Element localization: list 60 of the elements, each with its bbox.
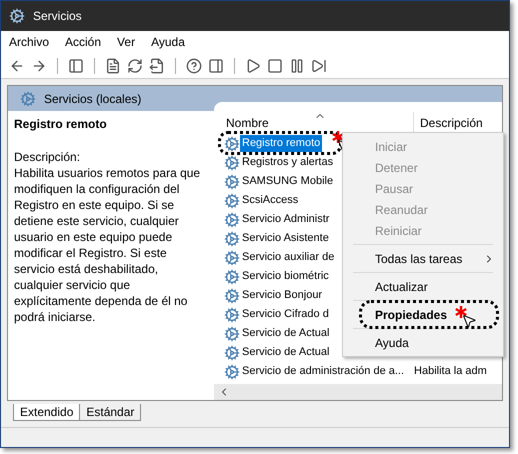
gear-icon xyxy=(224,326,240,342)
gear-icon xyxy=(224,154,240,170)
gear-icon xyxy=(224,230,240,246)
asterisk-icon xyxy=(455,306,467,318)
menu-option[interactable]: Propiedades xyxy=(375,306,448,324)
gear-icon xyxy=(224,364,240,380)
document-icon[interactable] xyxy=(105,58,121,74)
gear-icon xyxy=(9,8,25,24)
panel-icon[interactable] xyxy=(208,58,224,74)
view-tab[interactable]: Estándar xyxy=(79,404,142,421)
service-name[interactable]: SAMSUNG Mobile xyxy=(240,173,336,190)
service-name[interactable]: Servicio auxiliar de xyxy=(240,249,336,266)
service-name[interactable]: Servicio Asistente xyxy=(240,230,331,247)
service-name[interactable]: ScsiAccess xyxy=(240,192,300,209)
service-name[interactable]: Registro remoto xyxy=(240,135,322,152)
gear-icon xyxy=(224,250,240,266)
pause-icon[interactable] xyxy=(289,58,305,74)
gear-icon xyxy=(224,344,240,360)
gear-icon xyxy=(224,288,240,304)
service-name[interactable]: Servicio Cifrado d xyxy=(240,306,331,323)
service-title: Registro remoto xyxy=(14,116,108,133)
gear-icon xyxy=(224,174,240,190)
window-title: Servicios xyxy=(33,8,82,25)
export-icon[interactable] xyxy=(149,58,165,74)
gear-icon xyxy=(224,136,240,152)
service-name[interactable]: Servicio Bonjour xyxy=(240,287,324,304)
service-name[interactable]: Servicio de administración de a... xyxy=(240,363,406,380)
back-icon[interactable] xyxy=(9,58,25,74)
header-title: Servicios (locales) xyxy=(44,91,142,108)
asterisk-icon xyxy=(332,131,344,143)
help-icon[interactable] xyxy=(186,58,202,74)
view-tab[interactable]: Extendido xyxy=(13,404,80,421)
refresh-icon[interactable] xyxy=(127,58,143,74)
panel-icon[interactable] xyxy=(68,58,84,74)
menu-item[interactable]: Ver xyxy=(117,33,136,51)
service-name[interactable]: Registros y alertas xyxy=(240,154,336,171)
play-icon[interactable] xyxy=(245,58,261,74)
gear-icon xyxy=(224,192,240,208)
description-label: Descripción: xyxy=(14,149,82,165)
service-name[interactable]: Servicio de Actual xyxy=(240,344,332,361)
gear-icon xyxy=(224,306,240,322)
gear-icon xyxy=(20,91,36,107)
service-name[interactable]: Servicio de Actual xyxy=(240,325,332,342)
cursor-icon xyxy=(461,313,477,329)
service-name[interactable]: Servicio biométric xyxy=(240,268,331,285)
menu-item[interactable]: Acción xyxy=(65,33,102,51)
service-name[interactable]: Servicio Administr xyxy=(240,211,332,228)
menu-item[interactable]: Ayuda xyxy=(151,33,185,51)
gear-icon xyxy=(224,212,240,228)
stop-icon[interactable] xyxy=(267,58,283,74)
menu-option[interactable]: Ayuda xyxy=(375,334,409,352)
description-text: Habilita usuarios remotos para que modifiquen la configuración del Registro en este equipo. Si se detiene este servicio, cualquier usuario en este equipo puede modificar el Registro. Si este servicio está deshabilitado, cualquier servicio que explícitamente dependa de él no podrá iniciarse. xyxy=(14,165,202,325)
menu-item[interactable]: Archivo xyxy=(9,33,50,51)
forward-icon[interactable] xyxy=(31,58,47,74)
menu-option[interactable]: Actualizar xyxy=(375,278,428,296)
column-header[interactable]: Descripción xyxy=(414,112,489,136)
horizontal-scrollbar[interactable] xyxy=(214,384,502,400)
table-cell-text: Habilita la adm xyxy=(414,364,488,380)
menu-option[interactable]: Todas las tareas xyxy=(375,250,462,268)
gear-icon xyxy=(224,268,240,284)
